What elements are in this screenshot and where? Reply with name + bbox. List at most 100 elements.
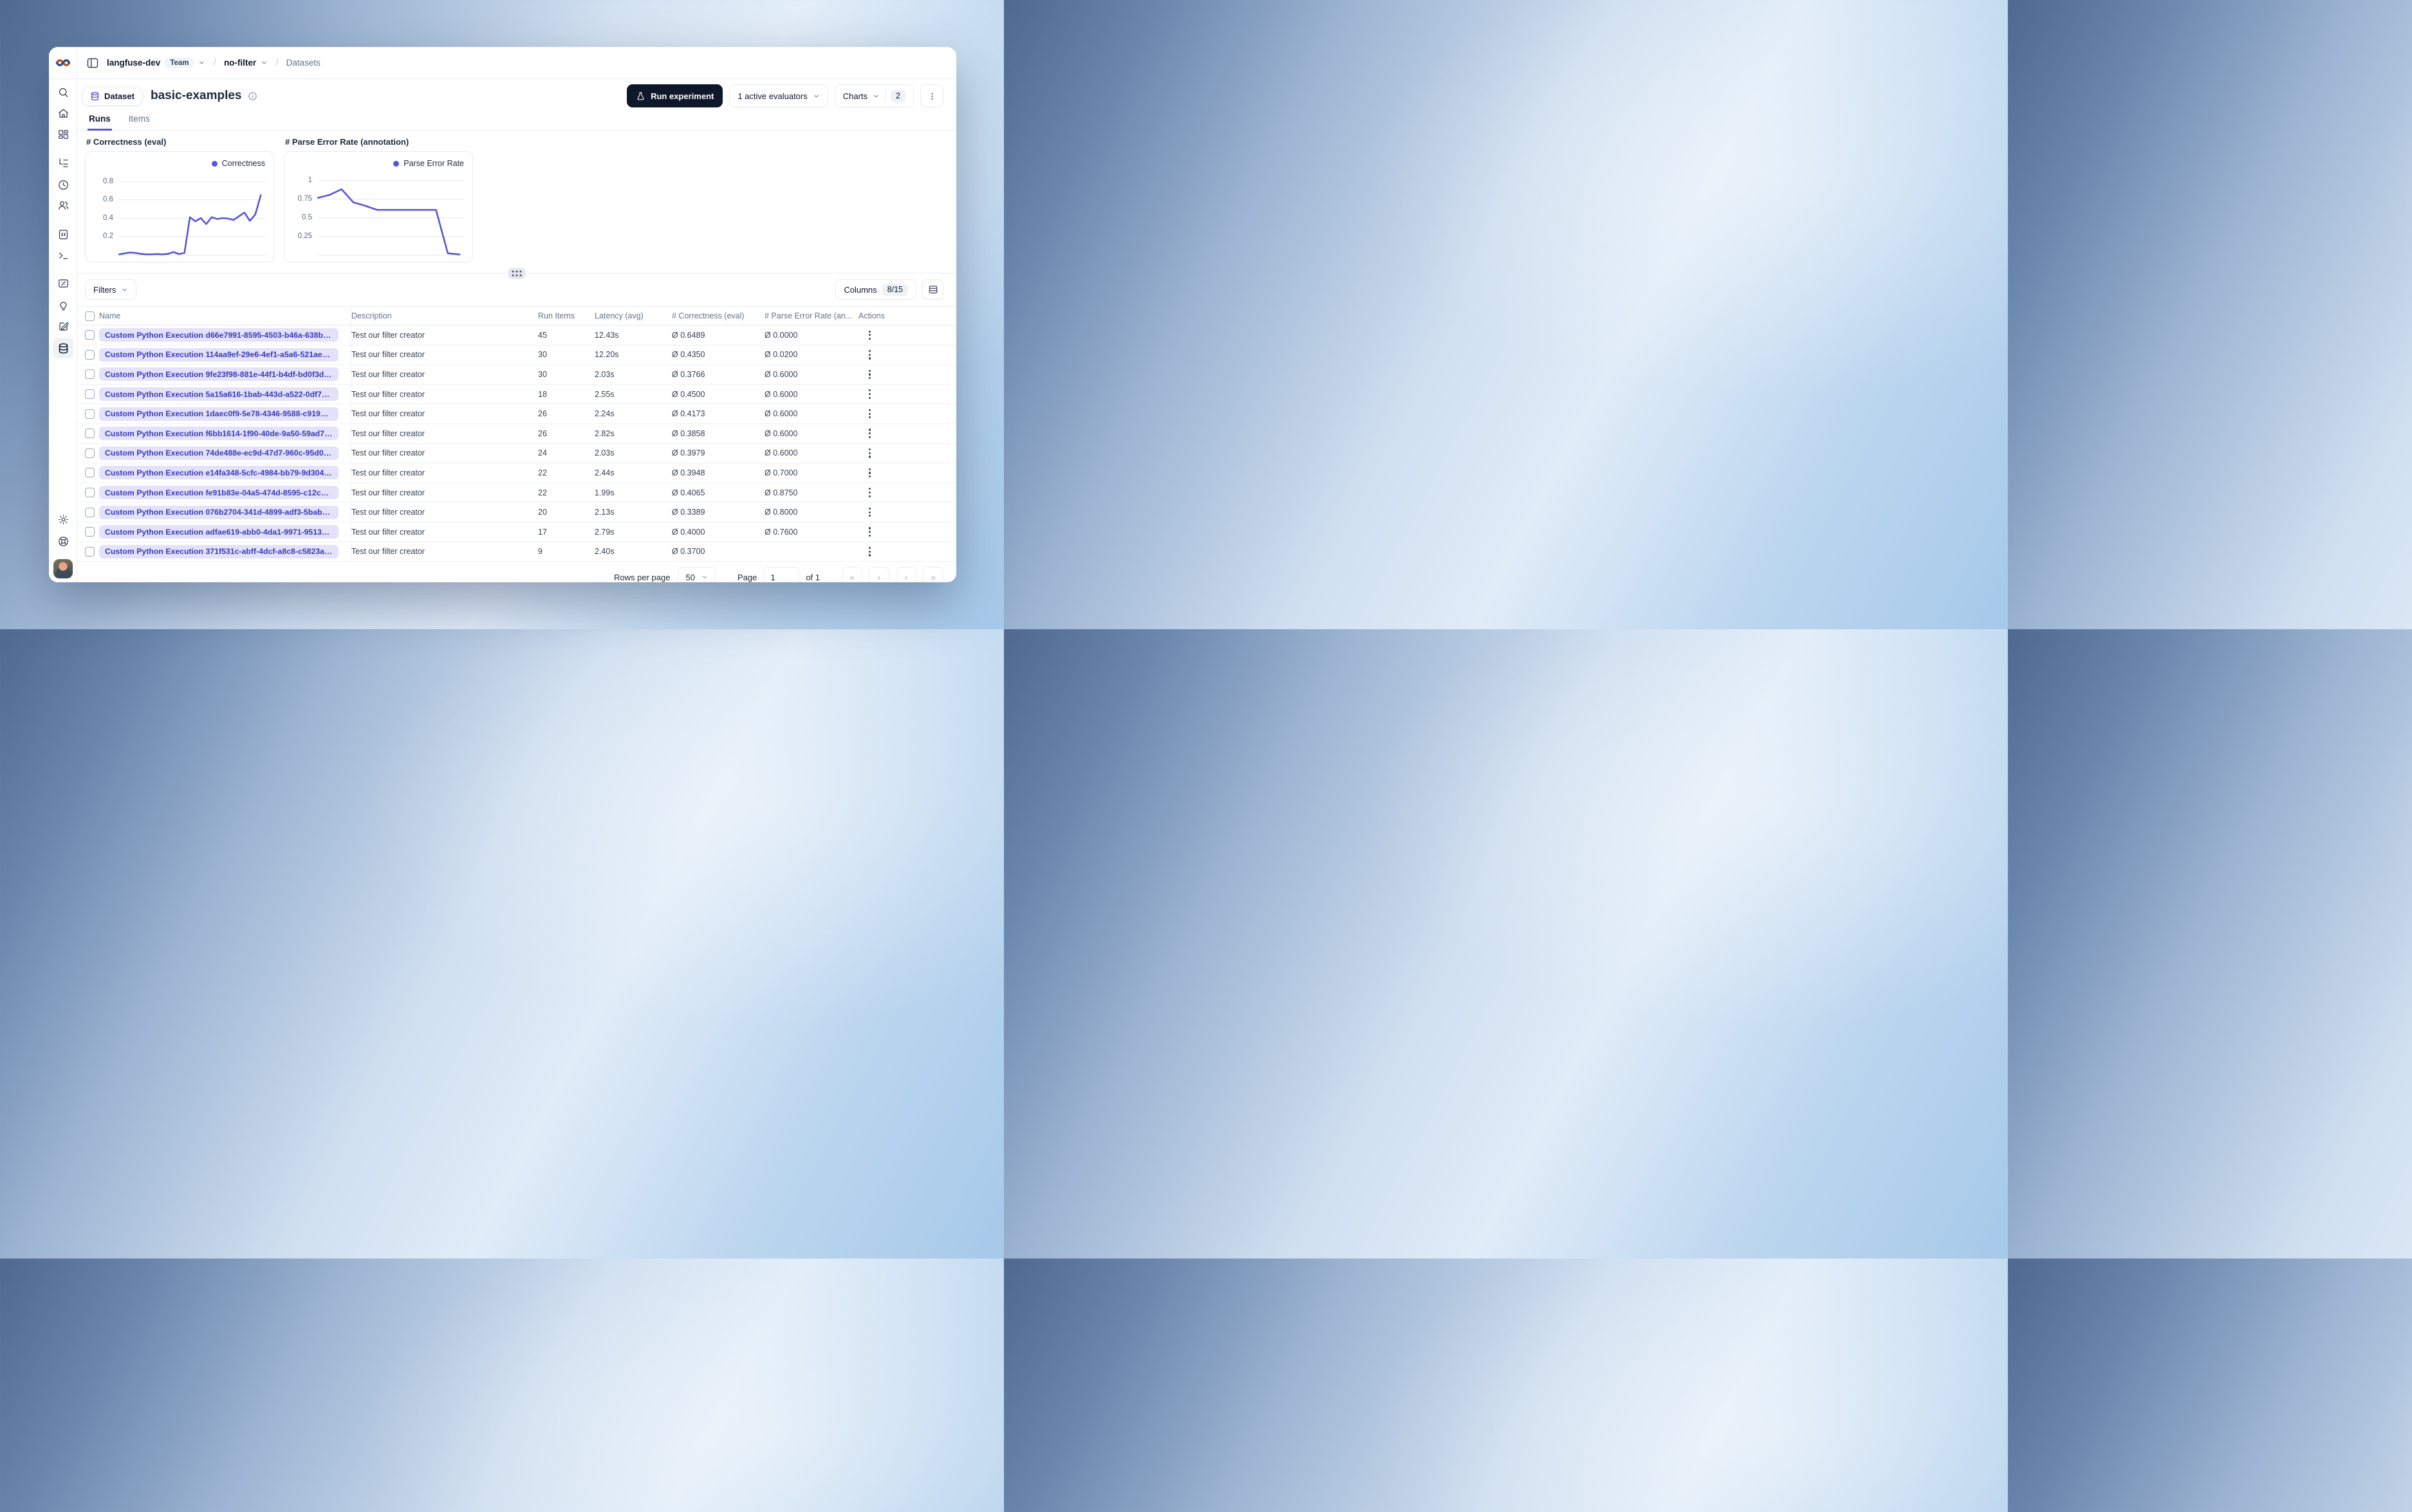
page-number-input[interactable] [763,567,800,582]
col-header-latency[interactable]: Latency (avg) [595,307,672,325]
clock-icon[interactable] [53,174,73,195]
col-header-correctness[interactable]: # Correctness (eval) [672,307,765,325]
run-latency: 2.44s [595,468,615,477]
run-latency: 2.82s [595,429,615,438]
row-checkbox[interactable] [85,389,95,400]
user-avatar[interactable] [53,559,73,578]
run-correctness: Ø 0.3948 [672,468,705,477]
run-items-count: 22 [538,488,547,497]
filters-button[interactable]: Filters [85,279,137,300]
splitter-drag-handle[interactable] [508,268,526,279]
run-latency: 2.03s [595,369,615,379]
users-icon[interactable] [53,195,73,216]
row-actions-button[interactable] [864,346,876,364]
y-tick-label: 0.6 [103,196,113,204]
row-actions-button[interactable] [864,385,876,403]
sidebar-toggle-icon[interactable] [86,57,99,69]
table-row: Custom Python Execution fe91b83e-04a5-47… [77,483,956,503]
row-height-button[interactable] [922,279,943,300]
tab-items[interactable]: Items [127,114,151,131]
row-actions-button[interactable] [864,425,876,442]
row-checkbox[interactable] [85,330,95,340]
dataset-entity-chip: Dataset [82,86,142,106]
search-icon[interactable] [53,82,73,102]
first-page-button[interactable]: « [842,567,862,582]
run-correctness: Ø 0.4500 [672,389,705,399]
gear-icon[interactable] [53,509,73,530]
last-page-button[interactable]: » [923,567,943,582]
run-name-link[interactable]: Custom Python Execution e14fa348-5cfc-49… [99,466,339,480]
more-actions-button[interactable] [920,84,943,107]
row-checkbox[interactable] [85,527,95,537]
run-name-link[interactable]: Custom Python Execution adfae619-abb0-4d… [99,525,339,539]
lightbulb-icon[interactable] [53,295,73,316]
row-actions-button[interactable] [864,484,876,501]
project-switcher[interactable]: no-filter [224,58,268,68]
info-icon[interactable] [248,91,257,101]
run-name-link[interactable]: Custom Python Execution 1daec0f9-5e78-43… [99,407,339,421]
chart-card: Parse Error Rate 1 0.75 0.5 0.25 [284,151,473,263]
file-code-icon[interactable] [53,224,73,244]
run-name-link[interactable]: Custom Python Execution 74de488e-ec9d-47… [99,446,339,460]
run-name-link[interactable]: Custom Python Execution 5a15a616-1bab-44… [99,387,339,401]
langfuse-logo[interactable] [49,47,77,79]
row-actions-button[interactable] [864,445,876,462]
run-name-link[interactable]: Custom Python Execution 371f531c-abff-4d… [99,544,339,558]
col-header-description[interactable]: Description [351,307,538,325]
row-actions-button[interactable] [864,523,876,540]
row-actions-button[interactable] [864,327,876,344]
run-name-link[interactable]: Custom Python Execution 114aa9ef-29e6-4e… [99,347,339,362]
run-latency: 2.24s [595,409,615,419]
row-actions-button[interactable] [864,405,876,423]
tracing-tree-icon[interactable] [53,152,73,173]
terminal-icon[interactable] [53,245,73,266]
org-switcher[interactable]: langfuse-dev Team [107,57,205,68]
row-actions-button[interactable] [864,366,876,383]
breadcrumb-section[interactable]: Datasets [286,58,320,68]
row-checkbox[interactable] [85,507,95,517]
row-checkbox[interactable] [85,429,95,439]
row-checkbox[interactable] [85,488,95,498]
dashboard-grid-icon[interactable] [53,124,73,145]
run-correctness: Ø 0.4173 [672,409,705,419]
run-description: Test our filter creator [351,350,425,360]
col-header-name[interactable]: Name [99,307,351,325]
row-checkbox[interactable] [85,369,95,380]
run-name-link[interactable]: Custom Python Execution f6bb1614-1f90-40… [99,427,339,441]
run-name-link[interactable]: Custom Python Execution d66e7991-8595-45… [99,328,339,342]
row-checkbox[interactable] [85,546,95,557]
run-experiment-button[interactable]: Run experiment [627,84,723,107]
charts-count-badge: 2 [891,89,905,102]
tab-runs[interactable]: Runs [88,114,112,131]
lifebuoy-icon[interactable] [53,531,73,551]
col-header-parse-error-rate[interactable]: # Parse Error Rate (an... [765,307,858,325]
active-evaluators-button[interactable]: 1 active evaluators [729,84,828,107]
page-title: basic-examples [150,89,242,102]
row-checkbox[interactable] [85,448,95,458]
run-items-count: 26 [538,429,547,438]
home-icon[interactable] [53,103,73,124]
run-name-link[interactable]: Custom Python Execution fe91b83e-04a5-47… [99,486,339,500]
row-checkbox[interactable] [85,349,95,360]
row-actions-button[interactable] [864,504,876,521]
datasets-database-icon[interactable] [53,338,73,358]
run-correctness: Ø 0.4065 [672,488,705,497]
rows-per-page-select[interactable]: 50 [678,567,716,582]
columns-button[interactable]: Columns 8/15 [835,279,916,300]
database-icon [91,91,99,100]
chart-plot: 0.8 0.6 0.4 0.2 [103,175,265,255]
next-page-button[interactable]: › [896,567,916,582]
run-name-link[interactable]: Custom Python Execution 9fe23f98-881e-44… [99,367,339,382]
col-header-run-items[interactable]: Run Items [538,307,595,325]
row-actions-button[interactable] [864,465,876,482]
prev-page-button[interactable]: ‹ [869,567,889,582]
annotation-pen-icon[interactable] [53,316,73,337]
evaluator-badge-icon[interactable] [53,273,73,293]
row-actions-button[interactable] [864,543,876,560]
charts-button[interactable]: Charts 2 [834,84,914,107]
table-row: Custom Python Execution adfae619-abb0-4d… [77,522,956,542]
select-all-checkbox[interactable] [85,311,95,321]
run-name-link[interactable]: Custom Python Execution 076b2704-341d-48… [99,505,339,519]
row-checkbox[interactable] [85,409,95,419]
row-checkbox[interactable] [85,468,95,478]
